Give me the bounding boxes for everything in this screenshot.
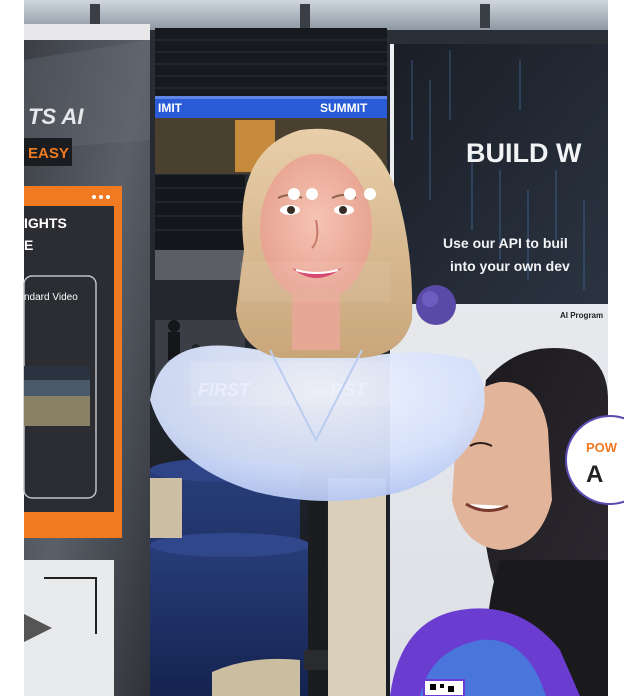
badge-top-text: POW [586, 440, 618, 455]
stadium-ribbon: IMIT SUMMIT [155, 96, 387, 118]
left-banner-tag: EASY [28, 145, 69, 162]
right-banner-program: AI Program [560, 311, 603, 320]
left-panel-video-label: ndard Video [24, 292, 78, 303]
right-banner-line2: into your own dev [450, 258, 570, 274]
right-banner-line1: Use our API to buil [443, 235, 568, 251]
hologram-overlay-right: RST [330, 380, 368, 400]
ribbon-text-left: IMIT [158, 101, 183, 115]
right-banner-headline: BUILD W [466, 138, 582, 168]
left-panel-sub: E [24, 237, 33, 253]
left-panel-title: IGHTS [24, 215, 67, 231]
left-banner: TS AI EASY IGHTS E ndard Video [23, 24, 150, 696]
hologram-overlay-left: FIRST [198, 380, 252, 400]
badge-letter: A [586, 461, 603, 488]
left-banner-title: TS AI [28, 104, 84, 129]
ribbon-text-right: SUMMIT [320, 101, 368, 115]
hologram-display-photo: IMIT SUMMIT TS AI EASY IGHTS E ndard Vid… [0, 0, 624, 696]
